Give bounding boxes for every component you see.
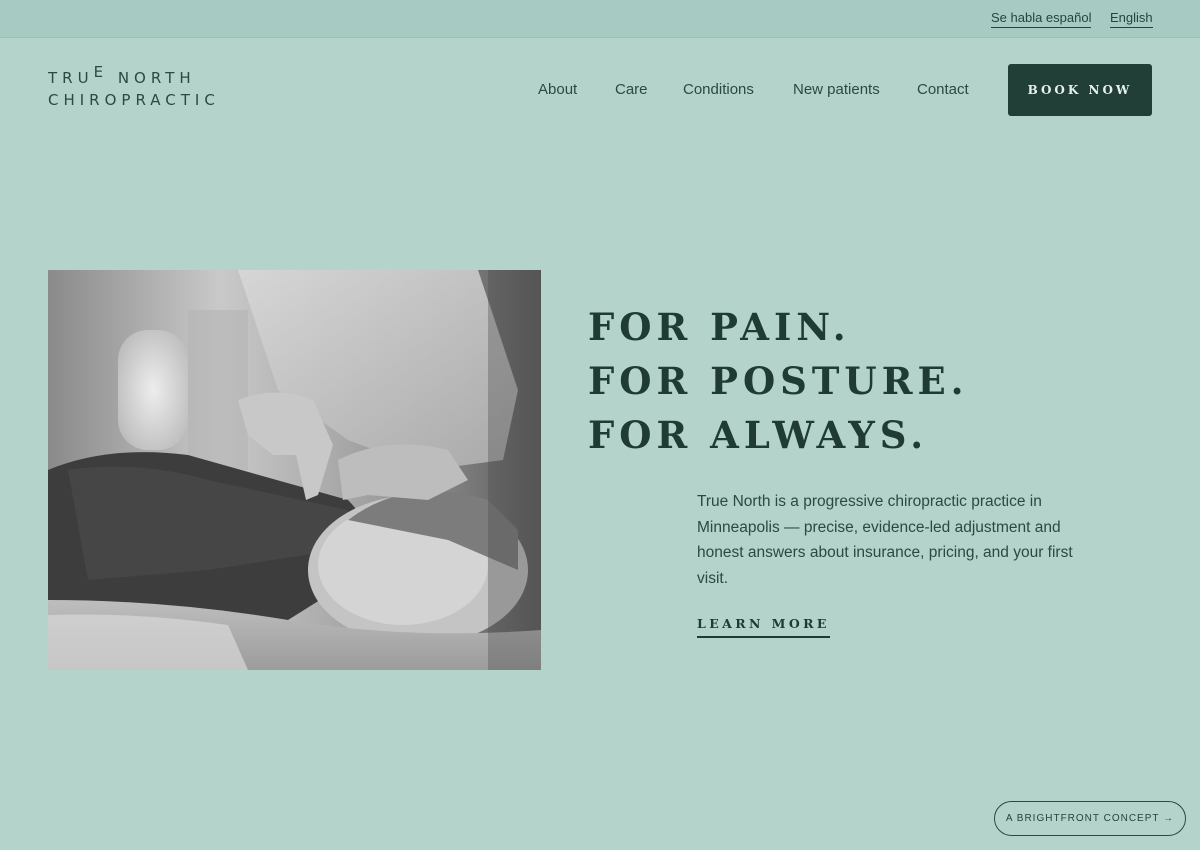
hero-photo-illustration <box>48 270 541 670</box>
headline-line-1: FOR PAIN. <box>588 305 851 349</box>
site-logo[interactable]: TRUE NORTH CHIROPRACTIC <box>48 63 220 112</box>
learn-more-link[interactable]: LEARN MORE <box>697 616 830 638</box>
book-now-button[interactable]: BOOK NOW <box>1008 64 1152 116</box>
headline-line-2: FOR POSTURE. <box>588 359 969 403</box>
nav-link-contact[interactable]: Contact <box>917 81 969 98</box>
hero-photo <box>48 270 541 670</box>
nav-link-conditions[interactable]: Conditions <box>683 81 754 98</box>
nav-link-care[interactable]: Care <box>615 81 648 98</box>
brightfront-concept-badge[interactable]: A BRIGHTFRONT CONCEPT → <box>994 801 1186 836</box>
headline-line-3: FOR ALWAYS. <box>588 413 929 457</box>
logo-text-north: NORTH <box>108 69 196 87</box>
nav-link-about[interactable]: About <box>538 81 577 98</box>
hero-headline: FOR PAIN. FOR POSTURE. FOR ALWAYS. <box>588 300 969 462</box>
logo-text-raised-e: E <box>93 63 109 81</box>
hero-intro-text: True North is a progressive chiropractic… <box>697 493 1073 587</box>
language-spanish-link[interactable]: Se habla español <box>991 10 1092 28</box>
language-english-link[interactable]: English <box>1110 10 1153 28</box>
logo-line-1: TRUE NORTH <box>48 63 220 88</box>
nav-link-new-patients[interactable]: New patients <box>793 81 880 98</box>
language-bar: Se habla español English <box>0 0 1200 38</box>
logo-text-tru: TRU <box>48 69 94 87</box>
logo-line-2: CHIROPRACTIC <box>48 91 220 109</box>
